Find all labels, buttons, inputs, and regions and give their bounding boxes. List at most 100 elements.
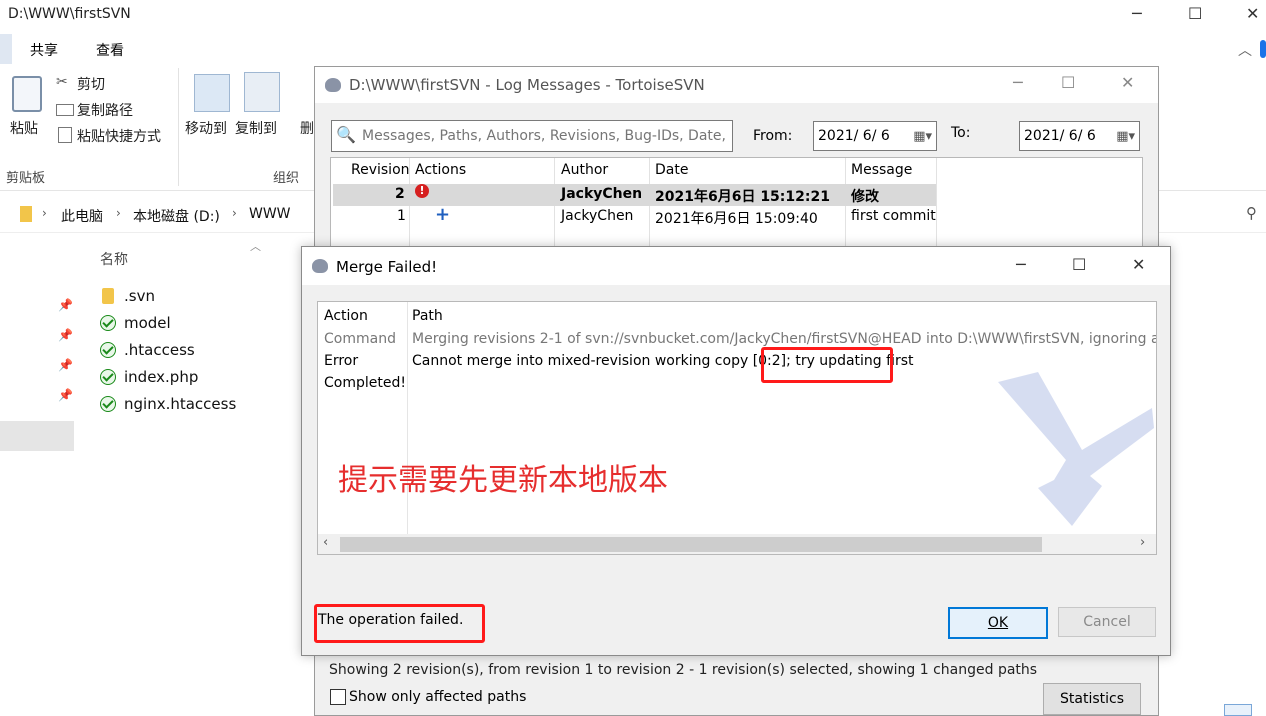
col-header-author[interactable]: Author bbox=[561, 162, 608, 178]
pin-icon[interactable]: 📌 bbox=[58, 328, 73, 342]
tab-view[interactable]: 查看 bbox=[96, 40, 124, 60]
chevron-right-icon: › bbox=[232, 206, 237, 220]
explorer-title: D:\WWW\firstSVN bbox=[8, 6, 131, 22]
copy-path-button[interactable]: 复制路径 bbox=[77, 100, 133, 120]
cancel-button[interactable]: Cancel bbox=[1058, 607, 1156, 637]
col-header-actions[interactable]: Actions bbox=[415, 162, 466, 178]
file-row[interactable]: index.php bbox=[100, 365, 198, 389]
highlight-box bbox=[314, 604, 485, 643]
date-cell: 2021年6月6日 15:12:21 bbox=[655, 189, 830, 205]
help-icon[interactable] bbox=[1260, 40, 1266, 58]
minimize-icon[interactable]: ─ bbox=[1016, 255, 1026, 274]
added-action-icon: + bbox=[435, 204, 451, 225]
breadcrumb-this-pc[interactable]: 此电脑 bbox=[61, 206, 103, 226]
close-icon[interactable]: ✕ bbox=[1121, 73, 1134, 92]
to-date-value: 2021/ 6/ 6 bbox=[1024, 128, 1096, 144]
annotation-text: 提示需要先更新本地版本 bbox=[338, 463, 668, 498]
action-cell: Completed! bbox=[324, 375, 406, 391]
paste-shortcut-icon bbox=[58, 127, 72, 143]
file-name: model bbox=[124, 314, 171, 332]
chevron-up-icon: ︿ bbox=[250, 240, 261, 253]
delete-button[interactable]: 删 bbox=[300, 118, 314, 138]
svn-normal-folder-icon bbox=[100, 315, 116, 331]
error-message: Cannot merge into mixed-revision working… bbox=[412, 353, 791, 369]
move-to-button[interactable]: 移动到 bbox=[185, 118, 227, 138]
col-header-date[interactable]: Date bbox=[655, 162, 688, 178]
calendar-dropdown-icon[interactable]: ▦▾ bbox=[1116, 129, 1135, 144]
chevron-up-icon[interactable]: ︿ bbox=[1238, 40, 1252, 60]
scroll-left-icon[interactable]: ‹ bbox=[323, 535, 328, 550]
to-date-picker[interactable]: 2021/ 6/ 6 ▦▾ bbox=[1019, 121, 1140, 151]
horizontal-scrollbar[interactable]: ‹ › bbox=[318, 534, 1156, 554]
scrollbar-thumb[interactable] bbox=[340, 537, 1042, 552]
pin-icon[interactable]: 📌 bbox=[58, 298, 73, 312]
file-row[interactable]: model bbox=[100, 311, 171, 335]
minimize-icon[interactable]: ─ bbox=[1013, 73, 1023, 92]
log-search-box[interactable]: 🔍 bbox=[331, 120, 733, 152]
merge-titlebar: Merge Failed! ─ ☐ ✕ bbox=[302, 247, 1170, 285]
pin-icon[interactable]: 📌 bbox=[58, 358, 73, 372]
cut-button[interactable]: 剪切 bbox=[77, 74, 105, 94]
tab-share[interactable]: 共享 bbox=[30, 40, 58, 60]
revision-cell: 1 bbox=[397, 208, 406, 224]
merge-failed-dialog: Merge Failed! ─ ☐ ✕ Action Path Command … bbox=[301, 246, 1171, 656]
svn-normal-file-icon bbox=[100, 369, 116, 385]
from-label: From: bbox=[753, 128, 793, 144]
action-cell: Error bbox=[324, 353, 359, 369]
file-row[interactable]: nginx.htaccess bbox=[100, 392, 236, 416]
column-divider bbox=[936, 158, 937, 246]
col-header-action[interactable]: Action bbox=[324, 308, 368, 324]
statistics-button[interactable]: Statistics bbox=[1043, 683, 1141, 715]
minimize-icon[interactable]: ─ bbox=[1132, 4, 1142, 23]
ribbon-divider bbox=[178, 68, 179, 186]
file-name: .htaccess bbox=[124, 341, 195, 359]
maximize-icon[interactable]: ☐ bbox=[1061, 73, 1075, 92]
paste-button[interactable]: 粘贴 bbox=[10, 118, 38, 138]
merge-output-list[interactable]: Action Path Command Merging revisions 2-… bbox=[317, 301, 1157, 555]
paste-shortcut-button[interactable]: 粘贴快捷方式 bbox=[77, 126, 161, 146]
author-cell: JackyChen bbox=[561, 186, 643, 202]
from-date-value: 2021/ 6/ 6 bbox=[818, 128, 890, 144]
merge-dialog-title: Merge Failed! bbox=[336, 258, 438, 276]
col-header-message[interactable]: Message bbox=[851, 162, 912, 178]
maximize-icon[interactable]: ☐ bbox=[1188, 4, 1202, 23]
revision-cell: 2 bbox=[395, 186, 405, 202]
file-row[interactable]: .htaccess bbox=[100, 338, 195, 362]
search-icon[interactable]: ⚲ bbox=[1246, 204, 1257, 222]
file-name: .svn bbox=[124, 287, 155, 305]
breadcrumb-www[interactable]: WWW bbox=[249, 206, 291, 222]
details-view-icon[interactable] bbox=[1224, 704, 1252, 716]
affected-paths-label[interactable]: Show only affected paths bbox=[349, 689, 526, 705]
search-icon[interactable]: 🔍 bbox=[336, 125, 356, 144]
scroll-right-icon[interactable]: › bbox=[1140, 535, 1145, 550]
date-cell: 2021年6月6日 15:09:40 bbox=[655, 211, 818, 227]
column-divider bbox=[407, 302, 408, 534]
copy-to-icon bbox=[244, 72, 280, 112]
col-header-path[interactable]: Path bbox=[412, 308, 443, 324]
svn-normal-file-icon bbox=[100, 342, 116, 358]
col-header-revision[interactable]: Revision bbox=[351, 162, 410, 178]
organize-group-label: 组织 bbox=[273, 171, 300, 186]
tortoisesvn-icon bbox=[312, 259, 328, 273]
maximize-icon[interactable]: ☐ bbox=[1072, 255, 1086, 274]
pin-icon[interactable]: 📌 bbox=[58, 388, 73, 402]
ok-button[interactable]: OK bbox=[948, 607, 1048, 639]
calendar-dropdown-icon[interactable]: ▦▾ bbox=[913, 129, 932, 144]
file-tab-stub[interactable] bbox=[0, 34, 12, 64]
action-cell: Command bbox=[324, 331, 396, 347]
copy-to-button[interactable]: 复制到 bbox=[235, 118, 277, 138]
affected-paths-checkbox[interactable] bbox=[330, 689, 346, 705]
nav-pane-selected-item[interactable] bbox=[0, 421, 74, 451]
log-search-input[interactable] bbox=[360, 121, 730, 151]
breadcrumb-drive-d[interactable]: 本地磁盘 (D:) bbox=[133, 206, 220, 226]
revision-list[interactable]: Revision Actions Author Date Message 2 !… bbox=[330, 157, 1143, 247]
message-cell: first commit bbox=[851, 208, 936, 224]
file-row[interactable]: .svn bbox=[100, 284, 155, 308]
move-to-icon bbox=[194, 74, 230, 112]
close-icon[interactable]: ✕ bbox=[1132, 255, 1145, 274]
column-name-header[interactable]: 名称 bbox=[100, 249, 128, 269]
from-date-picker[interactable]: 2021/ 6/ 6 ▦▾ bbox=[813, 121, 937, 151]
folder-icon bbox=[20, 206, 32, 222]
close-icon[interactable]: ✕ bbox=[1246, 4, 1259, 23]
message-cell: 修改 bbox=[851, 189, 879, 205]
